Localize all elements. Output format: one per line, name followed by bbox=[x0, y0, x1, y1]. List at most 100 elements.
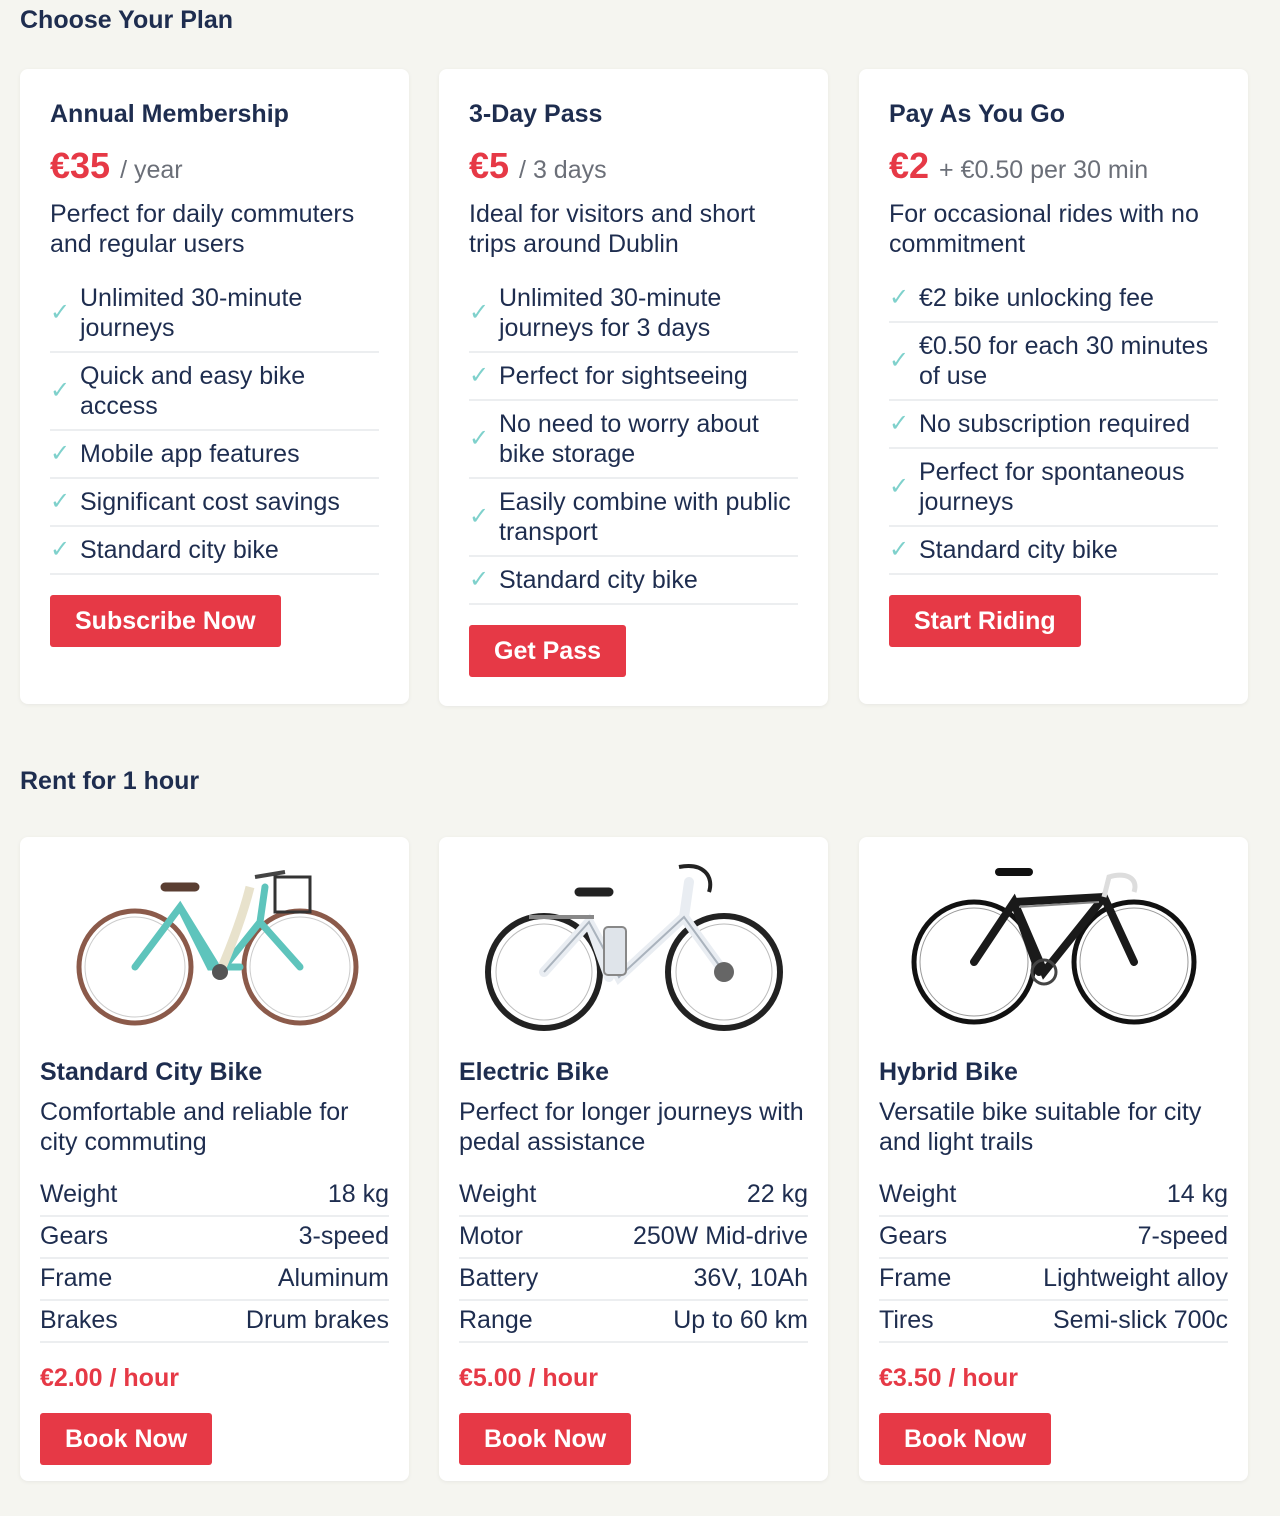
plan-name: Pay As You Go bbox=[889, 100, 1065, 128]
book-now-button[interactable]: Book Now bbox=[879, 1413, 1052, 1465]
bike-description: Perfect for longer journeys with pedal a… bbox=[459, 1098, 804, 1156]
book-now-button[interactable]: Book Now bbox=[40, 1413, 213, 1465]
spec-row: Gears 7-speed bbox=[879, 1217, 1228, 1259]
spec-value: Aluminum bbox=[277, 1264, 389, 1292]
spec-row: Brakes Drum brakes bbox=[40, 1301, 389, 1343]
spec-label: Range bbox=[459, 1306, 533, 1334]
spec-row: Battery 36V, 10Ah bbox=[459, 1259, 808, 1301]
spec-label: Weight bbox=[459, 1180, 537, 1208]
check-icon: ✓ bbox=[469, 425, 490, 452]
bike-card-city: Standard City Bike Comfortable and relia… bbox=[20, 837, 409, 1481]
plan-feature-text: Perfect for spontaneous journeys bbox=[919, 458, 1185, 516]
bike-name: Hybrid Bike bbox=[879, 1058, 1018, 1086]
spec-row: Frame Aluminum bbox=[40, 1259, 389, 1301]
spec-label: Frame bbox=[879, 1264, 952, 1292]
spec-label: Weight bbox=[879, 1180, 957, 1208]
check-icon: ✓ bbox=[889, 347, 910, 374]
plan-feature-text: Easily combine with public transport bbox=[499, 488, 791, 546]
spec-label: Brakes bbox=[40, 1306, 118, 1334]
spec-label: Battery bbox=[459, 1264, 539, 1292]
check-icon: ✓ bbox=[889, 284, 910, 311]
start-riding-button[interactable]: Start Riding bbox=[889, 595, 1081, 647]
spec-value: 3-speed bbox=[298, 1222, 389, 1250]
get-pass-button[interactable]: Get Pass bbox=[469, 625, 627, 677]
plan-feature-text: Standard city bike bbox=[80, 536, 279, 564]
check-icon: ✓ bbox=[50, 299, 71, 326]
spec-value: 7-speed bbox=[1137, 1222, 1228, 1250]
plan-period: / 3 days bbox=[519, 156, 607, 184]
electric-bike-icon bbox=[459, 837, 808, 1047]
plan-feature: ✓ Standard city bike bbox=[469, 557, 798, 605]
plan-feature: ✓ Easily combine with public transport bbox=[469, 479, 798, 557]
plan-feature: ✓ Unlimited 30-minute journeys for 3 days bbox=[469, 275, 798, 353]
plan-feature-text: Quick and easy bike access bbox=[80, 362, 306, 420]
plan-feature-text: Significant cost savings bbox=[80, 488, 340, 516]
plan-card-annual: Annual Membership €35 / year Perfect for… bbox=[20, 69, 409, 704]
plan-feature: ✓ Standard city bike bbox=[50, 527, 379, 575]
plan-feature: ✓ Perfect for spontaneous journeys bbox=[889, 449, 1218, 527]
spec-value: 14 kg bbox=[1166, 1180, 1228, 1208]
spec-label: Frame bbox=[40, 1264, 113, 1292]
spec-table: Weight 14 kg Gears 7-speed Frame Lightweigh… bbox=[879, 1175, 1228, 1343]
plan-feature-text: Perfect for sightseeing bbox=[499, 362, 748, 390]
spec-row: Weight 14 kg bbox=[879, 1175, 1228, 1217]
check-icon: ✓ bbox=[469, 503, 490, 530]
plan-feature-text: No subscription required bbox=[919, 410, 1190, 438]
plan-name: Annual Membership bbox=[50, 100, 289, 128]
plan-card-pay-as-you-go: Pay As You Go €2 + €0.50 per 30 min For … bbox=[859, 69, 1248, 704]
plan-price: €5 bbox=[469, 145, 510, 186]
spec-row: Weight 22 kg bbox=[459, 1175, 808, 1217]
plan-feature-text: Mobile app features bbox=[80, 440, 300, 468]
spec-row: Frame Lightweight alloy bbox=[879, 1259, 1228, 1301]
spec-label: Gears bbox=[879, 1222, 948, 1250]
bike-name: Standard City Bike bbox=[40, 1058, 263, 1086]
spec-label: Motor bbox=[459, 1222, 523, 1250]
spec-row: Gears 3-speed bbox=[40, 1217, 389, 1259]
check-icon: ✓ bbox=[889, 410, 910, 437]
hybrid-bike-icon bbox=[879, 837, 1228, 1047]
plan-feature-text: €0.50 for each 30 minutes of use bbox=[919, 332, 1209, 390]
plan-feature: ✓ Standard city bike bbox=[889, 527, 1218, 575]
check-icon: ✓ bbox=[50, 536, 71, 563]
check-icon: ✓ bbox=[50, 488, 71, 515]
check-icon: ✓ bbox=[469, 299, 490, 326]
spec-table: Weight 22 kg Motor 250W Mid-drive Battery 3… bbox=[459, 1175, 808, 1343]
plan-description: For occasional rides with no commitment bbox=[889, 200, 1199, 258]
bike-price: €3.50 / hour bbox=[879, 1364, 1018, 1392]
bike-name: Electric Bike bbox=[459, 1058, 610, 1086]
bike-description: Comfortable and reliable for city commut… bbox=[40, 1098, 349, 1156]
bike-price: €2.00 / hour bbox=[40, 1364, 179, 1392]
plan-feature-text: Standard city bike bbox=[499, 566, 698, 594]
plan-name: 3-Day Pass bbox=[469, 100, 603, 128]
spec-value: Semi-slick 700c bbox=[1052, 1306, 1228, 1334]
plan-feature: ✓ Significant cost savings bbox=[50, 479, 379, 527]
plan-price: €35 bbox=[50, 145, 111, 186]
plan-feature: ✓ Unlimited 30-minute journeys bbox=[50, 275, 379, 353]
bike-description: Versatile bike suitable for city and lig… bbox=[879, 1098, 1202, 1156]
bike-card-electric: Electric Bike Perfect for longer journey… bbox=[439, 837, 828, 1481]
spec-value: Drum brakes bbox=[245, 1306, 389, 1334]
bike-price: €5.00 / hour bbox=[459, 1364, 598, 1392]
check-icon: ✓ bbox=[889, 473, 910, 500]
spec-value: 250W Mid-drive bbox=[632, 1222, 808, 1250]
spec-row: Tires Semi-slick 700c bbox=[879, 1301, 1228, 1343]
plan-feature: ✓ Perfect for sightseeing bbox=[469, 353, 798, 401]
plan-card-3-day: 3-Day Pass €5 / 3 days Ideal for visitor… bbox=[439, 69, 828, 706]
plan-price: €2 bbox=[889, 145, 930, 186]
plan-feature-list: ✓ Unlimited 30-minute journeys ✓ Quick and… bbox=[50, 275, 379, 575]
plans-section-title: Choose Your Plan bbox=[20, 6, 234, 34]
spec-label: Gears bbox=[40, 1222, 109, 1250]
book-now-button[interactable]: Book Now bbox=[459, 1413, 632, 1465]
plan-feature-text: €2 bike unlocking fee bbox=[919, 284, 1154, 312]
plan-period: + €0.50 per 30 min bbox=[939, 156, 1149, 184]
check-icon: ✓ bbox=[469, 566, 490, 593]
check-icon: ✓ bbox=[469, 362, 490, 389]
spec-value: Up to 60 km bbox=[673, 1306, 808, 1334]
plan-period: / year bbox=[120, 156, 183, 184]
plan-feature-text: Standard city bike bbox=[919, 536, 1118, 564]
check-icon: ✓ bbox=[889, 536, 910, 563]
subscribe-now-button[interactable]: Subscribe Now bbox=[50, 595, 281, 647]
plan-feature: ✓ Mobile app features bbox=[50, 431, 379, 479]
plan-feature-text: No need to worry about bike storage bbox=[499, 410, 759, 468]
spec-value: 36V, 10Ah bbox=[693, 1264, 808, 1292]
